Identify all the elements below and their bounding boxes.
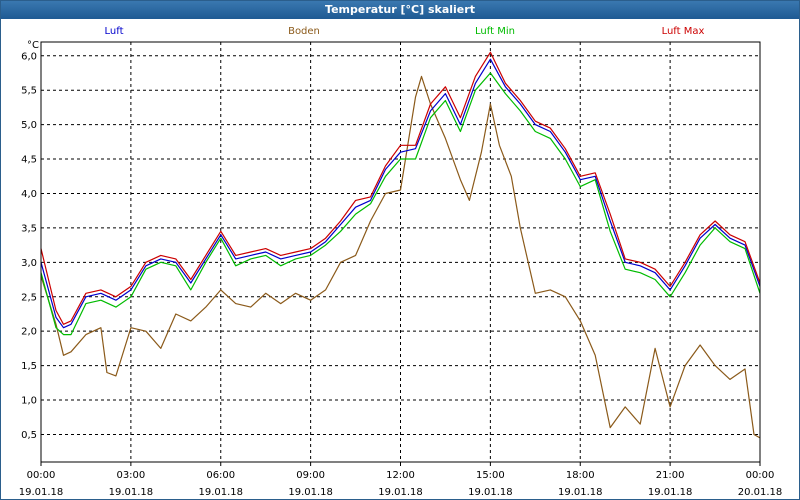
y-tick-label: 6,0 [21, 51, 37, 62]
x-tick-time: 12:00 [386, 470, 415, 481]
legend: Luft Boden Luft Min Luft Max [105, 26, 705, 37]
x-tick-date: 19.01.18 [19, 487, 64, 498]
y-tick-label: 3,5 [21, 223, 37, 234]
x-tick-time: 21:00 [656, 470, 685, 481]
y-tick-label: 1,5 [21, 361, 37, 372]
chart-plot: 0,5 1,0 1,5 2,0 2,5 3,0 3,5 4,0 4,5 5,0 5,5 6,0 00:0… [19, 26, 783, 498]
y-tick-label: 3,0 [21, 258, 37, 269]
legend-entry-luft-max: Luft Max [662, 26, 705, 37]
y-tick-label: 2,5 [21, 292, 37, 303]
x-tick-date: 20.01.18 [738, 487, 783, 498]
y-tick-label: 4,0 [21, 189, 37, 200]
y-tick-label: 2,0 [21, 327, 37, 338]
y-tick-label: 5,0 [21, 120, 37, 131]
x-tick-time: 00:00 [746, 470, 775, 481]
y-axis-label: °C [27, 40, 39, 51]
legend-entry-boden: Boden [288, 26, 320, 37]
x-tick-time: 15:00 [476, 470, 505, 481]
legend-entry-luft: Luft [105, 26, 124, 37]
x-tick-date: 19.01.18 [648, 487, 693, 498]
x-tick-time: 18:00 [566, 470, 595, 481]
x-tick-time: 00:00 [27, 470, 56, 481]
series-line-boden [40, 75, 761, 439]
legend-entry-luft-min: Luft Min [475, 26, 515, 37]
y-tick-label: 0,5 [21, 430, 37, 441]
y-tick-label: 5,5 [21, 86, 37, 97]
x-tick-date: 19.01.18 [109, 487, 154, 498]
x-tick-date: 19.01.18 [558, 487, 603, 498]
y-tick-label: 1,0 [21, 396, 37, 407]
x-tick-time: 06:00 [206, 470, 235, 481]
x-tick-date: 19.01.18 [198, 487, 243, 498]
chart-title: Temperatur [°C] skaliert [1, 1, 799, 19]
x-tick-date: 19.01.18 [378, 487, 423, 498]
x-tick-date: 19.01.18 [468, 487, 513, 498]
chart-window: Temperatur [°C] skaliert 0,5 1,0 1,5 2,0 2,5… [0, 0, 800, 500]
x-tick-date: 19.01.18 [288, 487, 333, 498]
grid [41, 42, 760, 462]
y-tick-label: 4,5 [21, 155, 37, 166]
x-tick-time: 03:00 [116, 470, 145, 481]
x-tick-time: 09:00 [296, 470, 325, 481]
